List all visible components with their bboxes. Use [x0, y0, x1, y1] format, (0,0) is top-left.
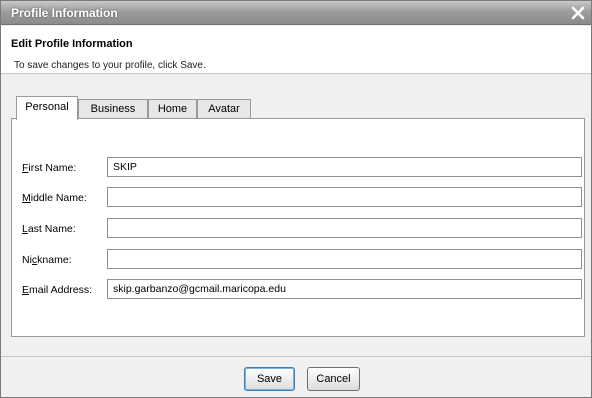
- middle-name-field[interactable]: [107, 187, 582, 207]
- header-subtitle: To save changes to your profile, click S…: [14, 60, 206, 71]
- first-name-field[interactable]: [107, 157, 582, 177]
- tab-home[interactable]: Home: [148, 99, 197, 119]
- header-title: Edit Profile Information: [11, 38, 133, 50]
- cancel-button[interactable]: Cancel: [307, 367, 360, 391]
- first-name-row: First Name:: [12, 157, 586, 179]
- middle-name-row: Middle Name:: [12, 187, 586, 209]
- first-name-label: First Name:: [22, 162, 77, 174]
- last-name-field[interactable]: [107, 218, 582, 238]
- last-name-row: Last Name:: [12, 218, 586, 240]
- dialog-header: Edit Profile Information To save changes…: [1, 26, 591, 74]
- email-address-field[interactable]: [107, 279, 582, 299]
- nickname-label: Nickname:: [22, 254, 72, 266]
- nickname-row: Nickname:: [12, 249, 586, 271]
- footer-divider: [1, 356, 591, 357]
- close-button[interactable]: [569, 4, 587, 22]
- tab-personal[interactable]: Personal: [16, 96, 78, 120]
- personal-panel: First Name: Middle Name: Last Name: Nick…: [11, 118, 585, 337]
- nickname-field[interactable]: [107, 249, 582, 269]
- window-title: Profile Information: [11, 6, 118, 20]
- tab-business[interactable]: Business: [78, 99, 148, 119]
- email-address-label: Email Address:: [22, 284, 93, 296]
- tab-avatar[interactable]: Avatar: [197, 99, 251, 119]
- email-row: Email Address:: [12, 279, 586, 301]
- last-name-label: Last Name:: [22, 223, 76, 235]
- profile-dialog: Profile Information Edit Profile Informa…: [0, 0, 592, 398]
- save-button[interactable]: Save: [244, 367, 295, 391]
- close-icon: [571, 6, 585, 20]
- title-bar: Profile Information: [1, 1, 591, 25]
- middle-name-label: Middle Name:: [22, 192, 87, 204]
